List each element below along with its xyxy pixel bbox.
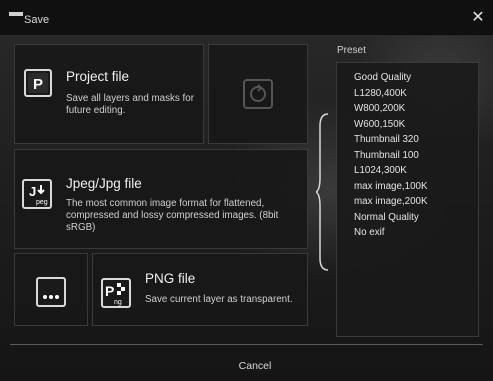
more-options-icon: [36, 277, 66, 307]
svg-text:J: J: [29, 184, 36, 199]
project-file-description: Save all layers and masks for future edi…: [66, 93, 194, 116]
preset-item-w800-200k[interactable]: W800,200K: [354, 101, 428, 117]
project-file-option[interactable]: P Project file Save all layers and masks…: [14, 44, 204, 144]
footer-divider: [10, 344, 483, 345]
jpeg-file-title: Jpeg/Jpg file: [66, 176, 142, 191]
cloud-save-option[interactable]: [208, 44, 308, 144]
preset-item-thumbnail-320[interactable]: Thumbnail 320: [354, 132, 428, 148]
cloud-sync-icon: [243, 79, 273, 109]
project-file-icon: P: [24, 69, 52, 97]
project-file-title: Project file: [66, 69, 130, 84]
svg-text:ng: ng: [114, 299, 122, 306]
more-options-button[interactable]: [14, 253, 88, 326]
preset-item-w600-150k[interactable]: W600,150K: [354, 117, 428, 133]
jpeg-file-icon: J peg: [22, 179, 52, 209]
app-icon: [9, 12, 23, 16]
preset-item-l1024-300k[interactable]: L1024,300K: [354, 163, 428, 179]
svg-text:P: P: [105, 283, 114, 299]
preset-item-max-image-200k[interactable]: max image,200K: [354, 194, 428, 210]
png-file-title: PNG file: [145, 271, 196, 286]
close-icon: ✕: [471, 9, 485, 26]
close-button[interactable]: ✕: [469, 9, 487, 27]
preset-item-l1280-400k[interactable]: L1280,400K: [354, 86, 428, 102]
preset-item-no-exif[interactable]: No exif: [354, 225, 428, 241]
preset-item-good-quality[interactable]: Good Quality: [354, 70, 428, 86]
brace-decoration: [316, 113, 329, 271]
preset-item-thumbnail-100[interactable]: Thumbnail 100: [354, 148, 428, 164]
cancel-button[interactable]: Cancel: [200, 355, 310, 377]
preset-list: Good Quality L1280,400K W800,200K W600,1…: [354, 70, 428, 241]
jpeg-file-option[interactable]: J peg Jpeg/Jpg file The most common imag…: [14, 149, 308, 249]
preset-item-max-image-100k[interactable]: max image,100K: [354, 179, 428, 195]
preset-label: Preset: [337, 45, 366, 56]
svg-text:peg: peg: [36, 199, 48, 206]
png-file-description: Save current layer as transparent.: [145, 294, 293, 305]
png-file-icon: P ng: [101, 278, 131, 308]
dialog-title: Save: [24, 14, 50, 26]
preset-item-normal-quality[interactable]: Normal Quality: [354, 210, 428, 226]
title-bar: Save ✕: [0, 0, 493, 36]
jpeg-file-description: The most common image format for flatten…: [66, 198, 279, 233]
svg-text:P: P: [33, 76, 43, 93]
png-file-option[interactable]: P ng PNG file Save current layer as tran…: [92, 253, 308, 326]
